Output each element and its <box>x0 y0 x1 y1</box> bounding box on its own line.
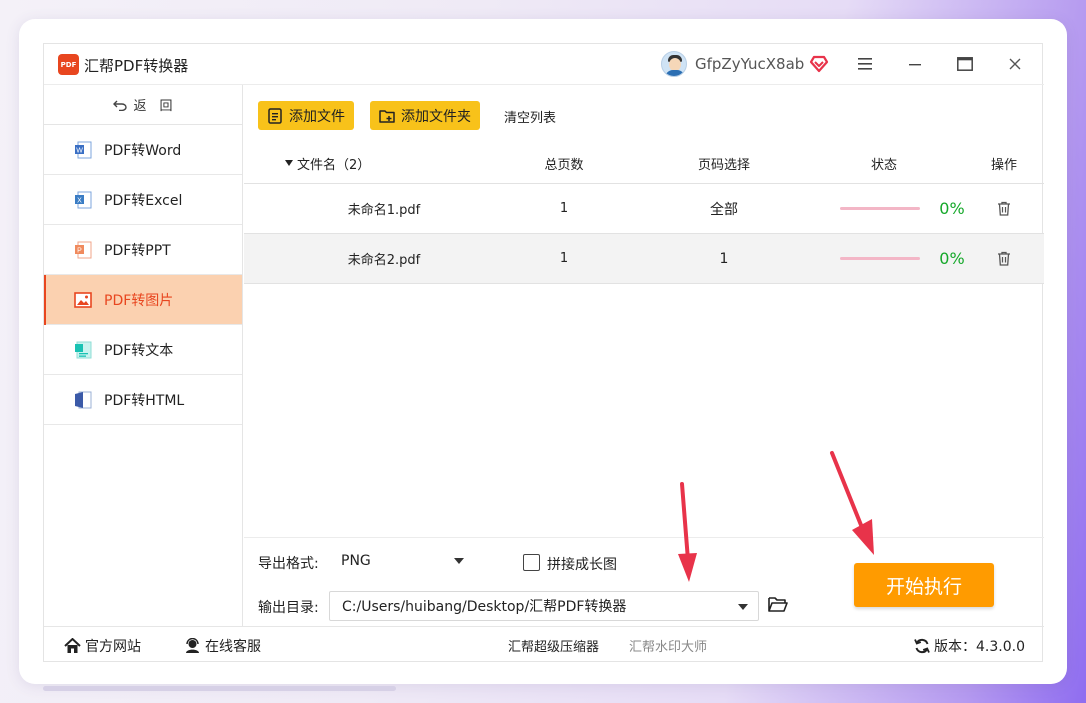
row-filename: 未命名1.pdf <box>347 203 421 218</box>
watermark-link[interactable]: 汇帮水印大师 <box>629 627 707 664</box>
back-arrow-icon <box>113 100 128 111</box>
minimize-icon[interactable] <box>904 53 926 75</box>
maximize-icon[interactable] <box>954 53 976 75</box>
merge-checkbox[interactable] <box>523 554 540 571</box>
header-page-select: 页码选择 <box>697 157 750 173</box>
toolbar: 添加文件 添加文件夹 清空列表 <box>244 85 1044 143</box>
format-select[interactable]: PNG <box>329 546 474 576</box>
header-action: 操作 <box>990 157 1017 173</box>
sidebar-item-label: PDF转HTML <box>104 392 185 409</box>
header-status: 状态 <box>870 157 897 173</box>
excel-icon: X <box>74 191 92 209</box>
trash-icon[interactable] <box>994 184 1014 233</box>
add-file-icon <box>268 107 282 124</box>
row-filename: 未命名2.pdf <box>347 253 421 268</box>
row-page-select[interactable]: 全部 <box>674 184 774 233</box>
row-page-select[interactable]: 1 <box>674 234 774 283</box>
title-bar: PDF 汇帮PDF转换器 GfpZyYucX8ab <box>44 44 1044 85</box>
header-filename[interactable]: 文件名（2） <box>284 143 434 183</box>
headset-icon <box>186 637 199 653</box>
add-folder-icon <box>379 109 395 123</box>
svg-text:X: X <box>77 197 82 204</box>
row-pages: 1 <box>559 201 569 216</box>
header-pages: 总页数 <box>544 157 584 173</box>
format-label: 导出格式: <box>258 556 319 572</box>
progress-bar <box>840 234 920 283</box>
dir-value: C:/Users/huibang/Desktop/汇帮PDF转换器 <box>342 599 627 615</box>
sidebar-item-pdf-to-word[interactable]: W PDF转Word <box>44 125 242 175</box>
user-avatar[interactable] <box>661 51 687 77</box>
sidebar-item-pdf-to-excel[interactable]: X PDF转Excel <box>44 175 242 225</box>
clear-list-button[interactable]: 清空列表 <box>504 107 556 126</box>
sidebar-item-label: PDF转Word <box>104 142 182 159</box>
footer: 官方网站 在线客服 汇帮超级压缩器 汇帮水印大师 版本：4.3.0.0 <box>44 626 1044 663</box>
progress-bar <box>840 184 920 233</box>
sidebar: 返 回 W PDF转Word X PDF转Excel P PDF转PPT PDF… <box>44 85 243 626</box>
image-icon <box>74 291 92 309</box>
html-icon <box>74 391 92 409</box>
ppt-icon: P <box>74 241 92 259</box>
website-link[interactable]: 官方网站 <box>64 627 141 664</box>
sidebar-item-pdf-to-html[interactable]: PDF转HTML <box>44 375 242 425</box>
add-folder-label: 添加文件夹 <box>401 108 471 125</box>
output-dir-select[interactable]: C:/Users/huibang/Desktop/汇帮PDF转换器 <box>329 591 759 621</box>
support-link[interactable]: 在线客服 <box>184 627 261 664</box>
compressor-link[interactable]: 汇帮超级压缩器 <box>508 627 599 664</box>
sidebar-item-pdf-to-ppt[interactable]: P PDF转PPT <box>44 225 242 275</box>
dir-label: 输出目录: <box>258 600 319 616</box>
app-logo-icon: PDF <box>58 54 79 75</box>
chevron-down-icon <box>454 558 464 564</box>
menu-icon[interactable] <box>854 53 876 75</box>
merge-label[interactable]: 拼接成长图 <box>547 554 617 574</box>
add-file-button[interactable]: 添加文件 <box>258 101 354 130</box>
trash-icon[interactable] <box>994 234 1014 283</box>
app-title: 汇帮PDF转换器 <box>84 57 189 75</box>
username[interactable]: GfpZyYucX8ab <box>695 55 804 73</box>
back-label: 返 回 <box>133 99 173 114</box>
sidebar-item-label: PDF转Excel <box>104 192 183 209</box>
text-icon <box>74 341 92 359</box>
output-settings: 导出格式: PNG 拼接成长图 输出目录: C:/Users/huibang/D… <box>244 537 1044 626</box>
table-row[interactable]: 未命名2.pdf 1 1 0% <box>244 234 1044 284</box>
sidebar-item-pdf-to-image[interactable]: PDF转图片 <box>44 275 242 325</box>
back-button[interactable]: 返 回 <box>44 85 242 125</box>
sidebar-item-pdf-to-text[interactable]: PDF转文本 <box>44 325 242 375</box>
table-row[interactable]: 未命名1.pdf 1 全部 0% <box>244 184 1044 234</box>
close-icon[interactable] <box>1004 53 1026 75</box>
add-file-label: 添加文件 <box>289 108 345 125</box>
svg-text:W: W <box>76 147 83 154</box>
svg-text:P: P <box>77 247 82 254</box>
refresh-icon <box>914 638 930 653</box>
vip-diamond-icon[interactable] <box>809 54 829 74</box>
open-folder-icon[interactable] <box>768 596 788 613</box>
add-folder-button[interactable]: 添加文件夹 <box>370 101 480 130</box>
sidebar-item-label: PDF转图片 <box>104 292 174 309</box>
start-button[interactable]: 开始执行 <box>854 563 994 607</box>
sidebar-item-label: PDF转文本 <box>104 342 174 359</box>
progress-percent: 0% <box>939 199 965 218</box>
chevron-down-icon <box>738 604 748 610</box>
progress-percent: 0% <box>939 249 965 268</box>
sidebar-item-label: PDF转PPT <box>104 242 171 259</box>
table-header: 文件名（2） 总页数 页码选择 状态 操作 <box>244 143 1044 184</box>
annotation-arrow-icon <box>678 482 697 582</box>
row-pages: 1 <box>559 251 569 266</box>
annotation-arrow-icon <box>830 451 874 555</box>
sort-down-icon <box>285 160 293 166</box>
main-panel: 添加文件 添加文件夹 清空列表 文件名（2） 总页数 页码选择 状态 操作 未命… <box>244 85 1044 626</box>
format-value: PNG <box>341 553 371 569</box>
home-icon <box>64 637 81 653</box>
scroll-indicator <box>43 686 396 691</box>
version-info[interactable]: 版本：4.3.0.0 <box>914 627 1025 664</box>
app-window: PDF 汇帮PDF转换器 GfpZyYucX8ab 返 回 W PDF转Word… <box>43 43 1044 663</box>
word-icon: W <box>74 141 92 159</box>
